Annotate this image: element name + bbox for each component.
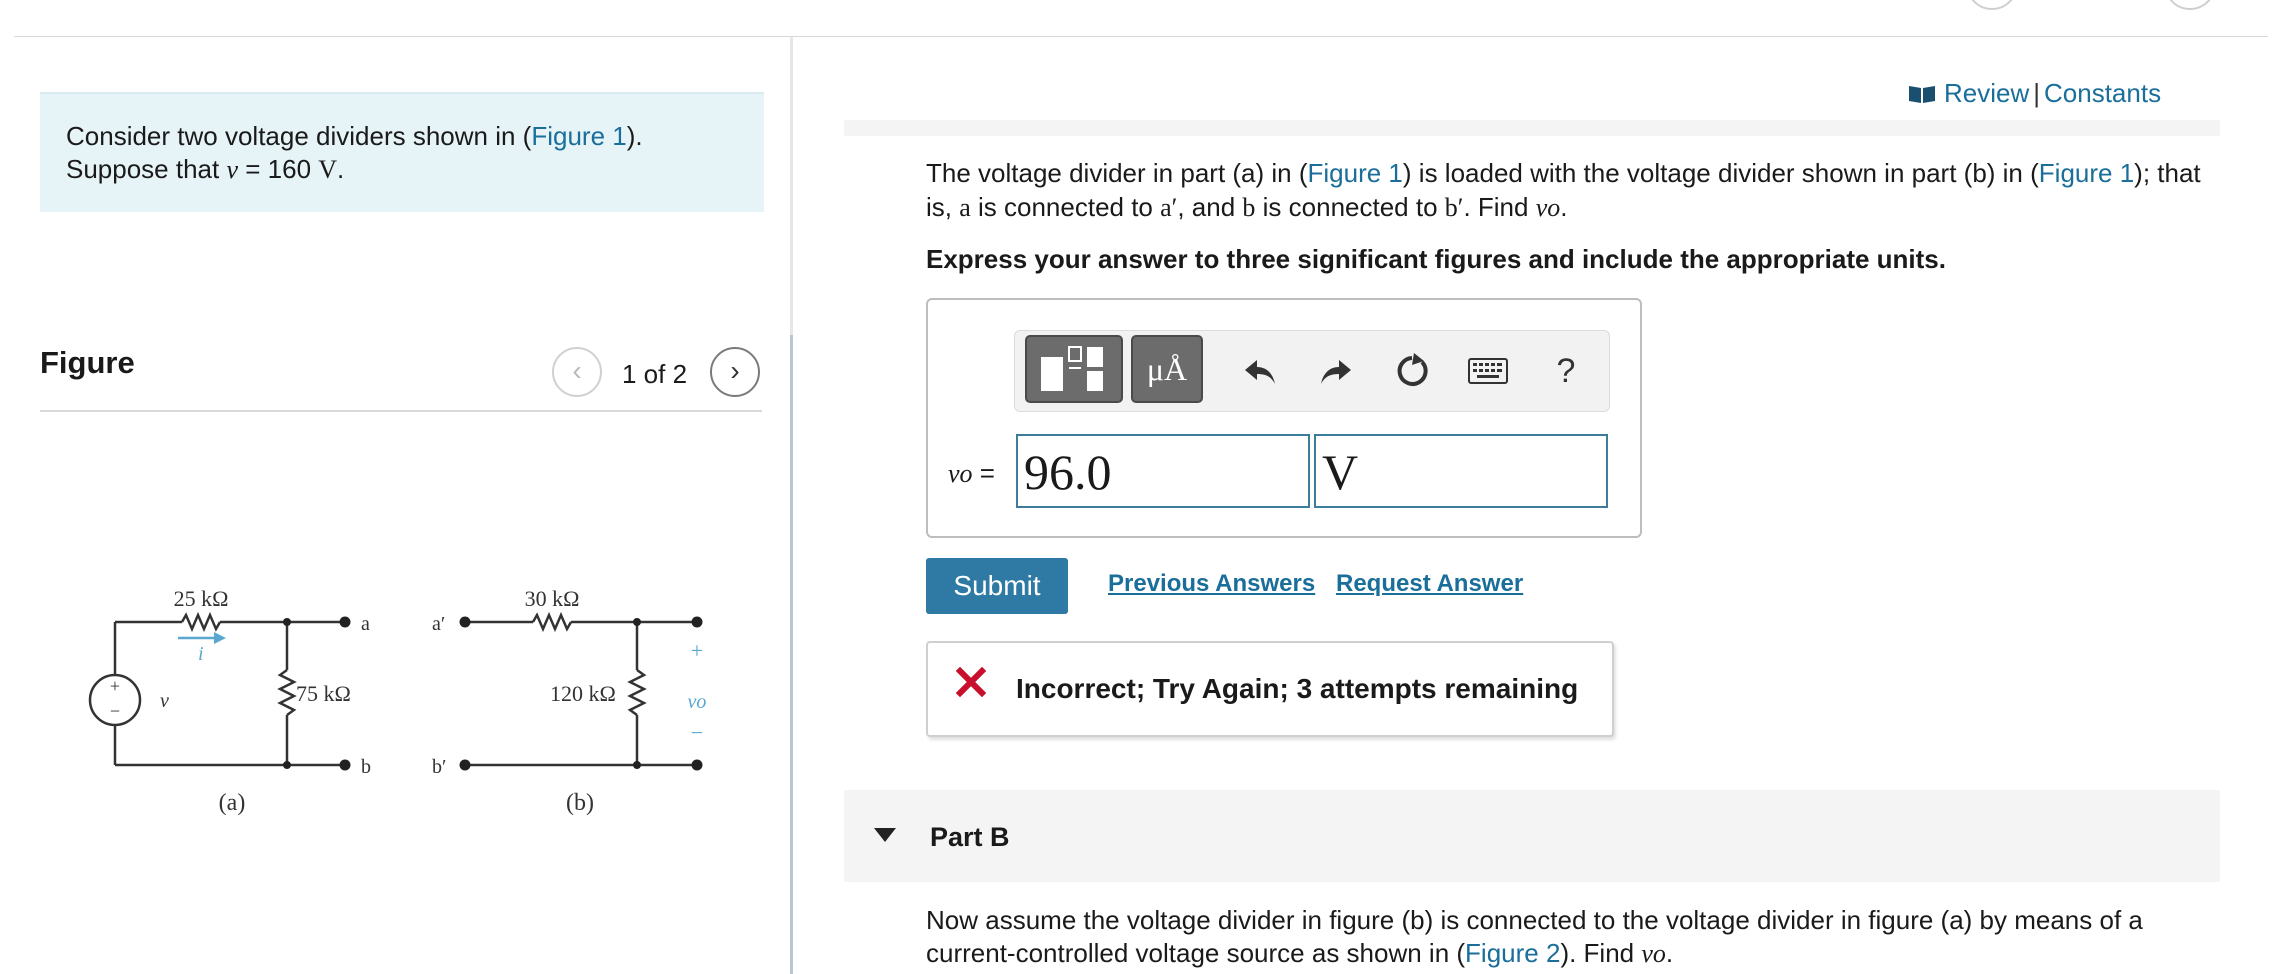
figure-prev-button[interactable]: ‹ [552,347,602,397]
q-text-1: The voltage divider in part (a) in ( [926,158,1308,188]
q-text-6: is connected to [1255,192,1445,222]
feedback-text: Incorrect; Try Again; 3 attempts remaini… [1016,673,1579,704]
q-text-5: , and [1177,192,1243,222]
source-plus-sign: + [110,676,120,696]
review-constants-links: Review | Constants [1908,78,2161,111]
links-separator: | [2033,78,2041,108]
caption-b: (b) [566,790,594,816]
redo-button[interactable] [1311,331,1361,411]
templates-icon [1041,346,1103,391]
q-node-b-prime: b′ [1444,193,1464,222]
label-25k: 25 kΩ [174,586,229,611]
units-button[interactable]: μÅ [1131,335,1203,403]
review-link[interactable]: Review [1944,78,2029,108]
label-vo: vo [688,691,707,713]
chevron-right-icon: › [730,355,740,386]
keyboard-icon [1468,358,1508,384]
book-icon [1908,80,1936,111]
label-node-a: a [361,613,370,635]
part-a-header-band [844,120,2220,136]
label-node-a-prime: a′ [432,613,445,635]
previous-answers-link[interactable]: Previous Answers [1108,570,1315,598]
intro-text-1: Consider two voltage dividers shown in ( [66,121,532,151]
q-node-a: a [959,193,971,222]
pb-var-vo: vo [1641,939,1666,968]
label-source-v: v [160,690,169,712]
answer-box: μÅ ? vo = 96.0 V [926,298,1642,538]
answer-unit-input[interactable]: V [1314,434,1608,508]
answer-value-input[interactable]: 96.0 [1016,434,1310,508]
figure-next-button[interactable]: › [710,347,760,397]
pb-text-3: . [1665,938,1674,968]
part-b-header[interactable]: Part B [844,790,2220,882]
q-text-7: . Find [1463,192,1536,222]
help-button[interactable]: ? [1541,331,1591,411]
caption-a: (a) [219,790,246,816]
q-node-a-prime: a′ [1160,193,1178,222]
figure-title: Figure [40,345,135,380]
request-answer-link[interactable]: Request Answer [1336,570,1523,598]
reset-icon [1397,353,1428,386]
intro-text-3: Suppose that [66,154,227,184]
answer-equals: = [972,458,995,488]
intro-text-2: ). [626,121,643,151]
submit-button[interactable]: Submit [926,558,1068,614]
answer-var-vo: vo [948,459,973,488]
label-node-b-prime: b′ [432,756,446,778]
vo-minus-sign: − [691,720,703,745]
q-figure-link-1[interactable]: Figure 1 [1308,158,1403,188]
figure-divider [40,410,762,412]
intro-period: . [337,154,345,184]
problem-intro-box: Consider two voltage dividers shown in (… [40,92,764,212]
part-b-title: Part B [930,822,1010,852]
constants-link[interactable]: Constants [2044,78,2161,108]
label-node-b: b [361,756,371,778]
part-a-question: The voltage divider in part (a) in (Figu… [926,156,2226,225]
undo-button[interactable] [1235,331,1285,411]
vo-plus-sign: + [691,638,703,663]
panel-splitter-scroll[interactable] [790,335,793,974]
q-node-b: b [1242,193,1256,222]
top-nav-next-circle[interactable] [2164,0,2216,10]
label-30k: 30 kΩ [525,586,580,611]
label-current-i: i [198,643,204,665]
q-text-8: . [1560,192,1568,222]
intro-unit: V [318,155,338,184]
figure-page-count: 1 of 2 [622,359,688,389]
top-nav-prev-circle[interactable] [1966,0,2018,10]
q-var-vo: vo [1535,193,1561,222]
part-b-question: Now assume the voltage divider in figure… [926,904,2226,970]
source-minus-sign: − [110,701,120,721]
intro-value: = 160 [238,154,319,184]
label-120k: 120 kΩ [550,681,616,706]
redo-icon [1321,360,1351,384]
top-divider [14,36,2268,37]
circuit-figure: 25 kΩ 75 kΩ 30 kΩ 120 kΩ a b a′ b′ + − v… [88,586,707,816]
keyboard-button[interactable] [1463,331,1513,411]
help-icon: ? [1556,351,1576,390]
pb-text-2: ). Find [1560,938,1642,968]
feedback-box: Incorrect; Try Again; 3 attempts remaini… [926,641,1614,737]
chevron-left-icon: ‹ [572,355,582,386]
q-text-2: ) is loaded with the voltage divider sho… [1402,158,2039,188]
units-icon: μÅ [1146,351,1188,387]
caret-down-icon[interactable] [874,828,896,847]
error-x-icon [955,666,987,702]
templates-button[interactable] [1025,335,1123,403]
q-text-4: is connected to [970,192,1161,222]
intro-figure-link[interactable]: Figure 1 [531,121,626,151]
reset-button[interactable] [1387,331,1437,411]
intro-var-v: v [226,155,239,184]
answer-instruction: Express your answer to three significant… [926,244,1946,274]
answer-variable-label: vo = [948,458,995,489]
q-figure-link-2[interactable]: Figure 1 [2039,158,2134,188]
problem-intro-text: Consider two voltage dividers shown in (… [66,120,643,186]
pb-figure-2-link[interactable]: Figure 2 [1465,938,1560,968]
math-toolbar: μÅ ? [1014,330,1610,412]
label-75k: 75 kΩ [296,681,351,706]
undo-icon [1245,360,1275,384]
